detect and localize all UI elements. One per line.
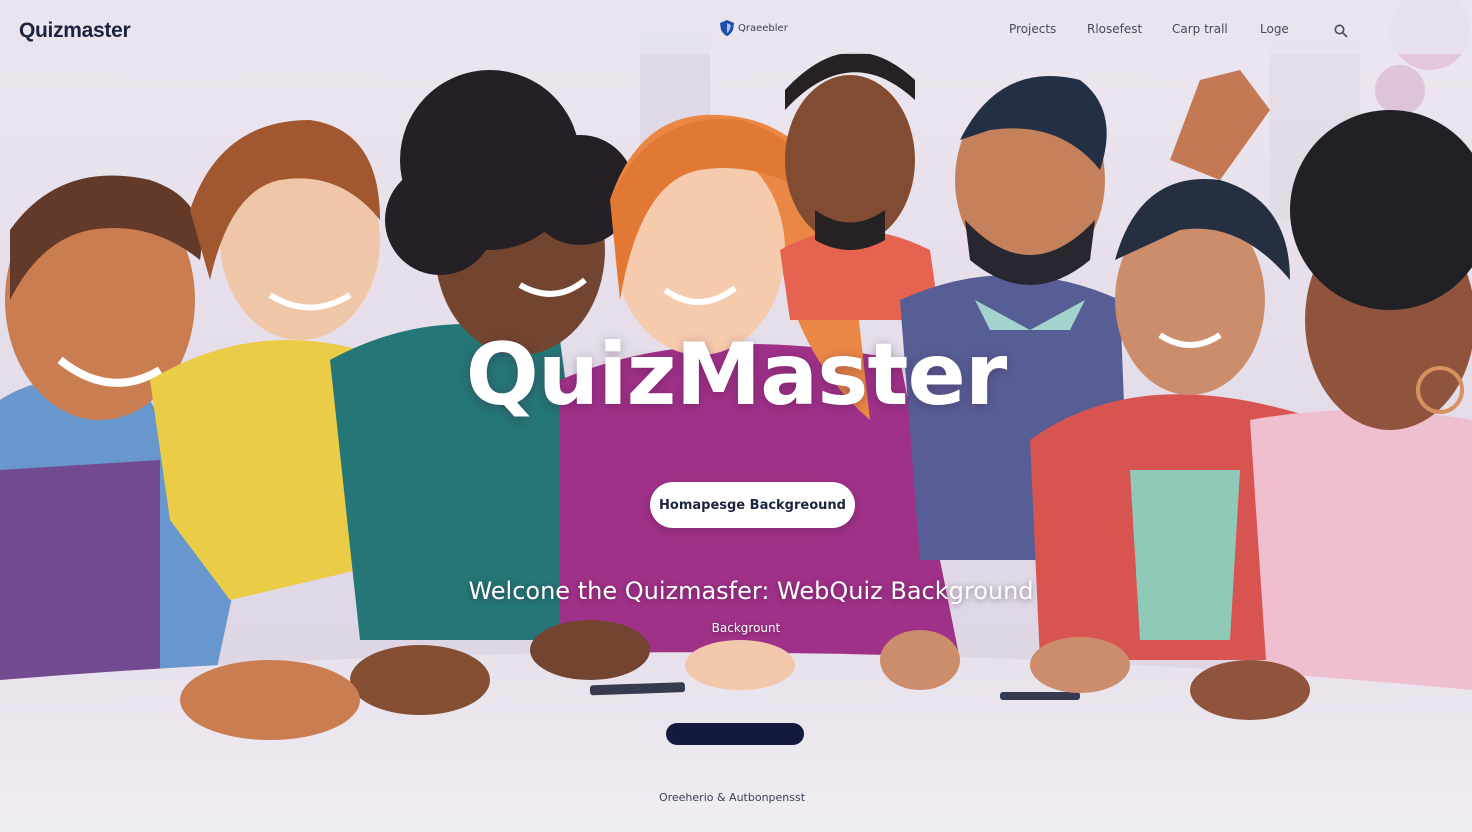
nav-item-loge[interactable]: Loge xyxy=(1260,22,1289,36)
search-icon[interactable] xyxy=(1334,23,1348,42)
primary-cta-button[interactable] xyxy=(666,723,804,745)
nav-item-carp-trall[interactable]: Carp trall xyxy=(1172,22,1228,36)
site-logo[interactable]: Quizmaster xyxy=(19,19,131,43)
shield-icon xyxy=(720,20,734,36)
hero-title: QuizMaster xyxy=(465,325,1008,425)
hero-subtitle: Welcone the Quizmasfer: WebQuiz Backgrou… xyxy=(468,577,1034,605)
top-navbar: Quizmaster Qraeebler Projects Rlosefest … xyxy=(0,0,1472,54)
hero-caption: Backgrount xyxy=(711,621,781,635)
homepage-background-button[interactable]: Homapesge Backgreound xyxy=(650,482,855,528)
nav-item-rlosefest[interactable]: Rlosefest xyxy=(1087,22,1142,36)
footer-text[interactable]: Oreeherio & Autbonpensst xyxy=(0,791,1464,804)
brand-badge[interactable]: Qraeebler xyxy=(720,20,788,36)
nav-item-projects[interactable]: Projects xyxy=(1009,22,1056,36)
brand-label: Qraeebler xyxy=(738,22,788,34)
